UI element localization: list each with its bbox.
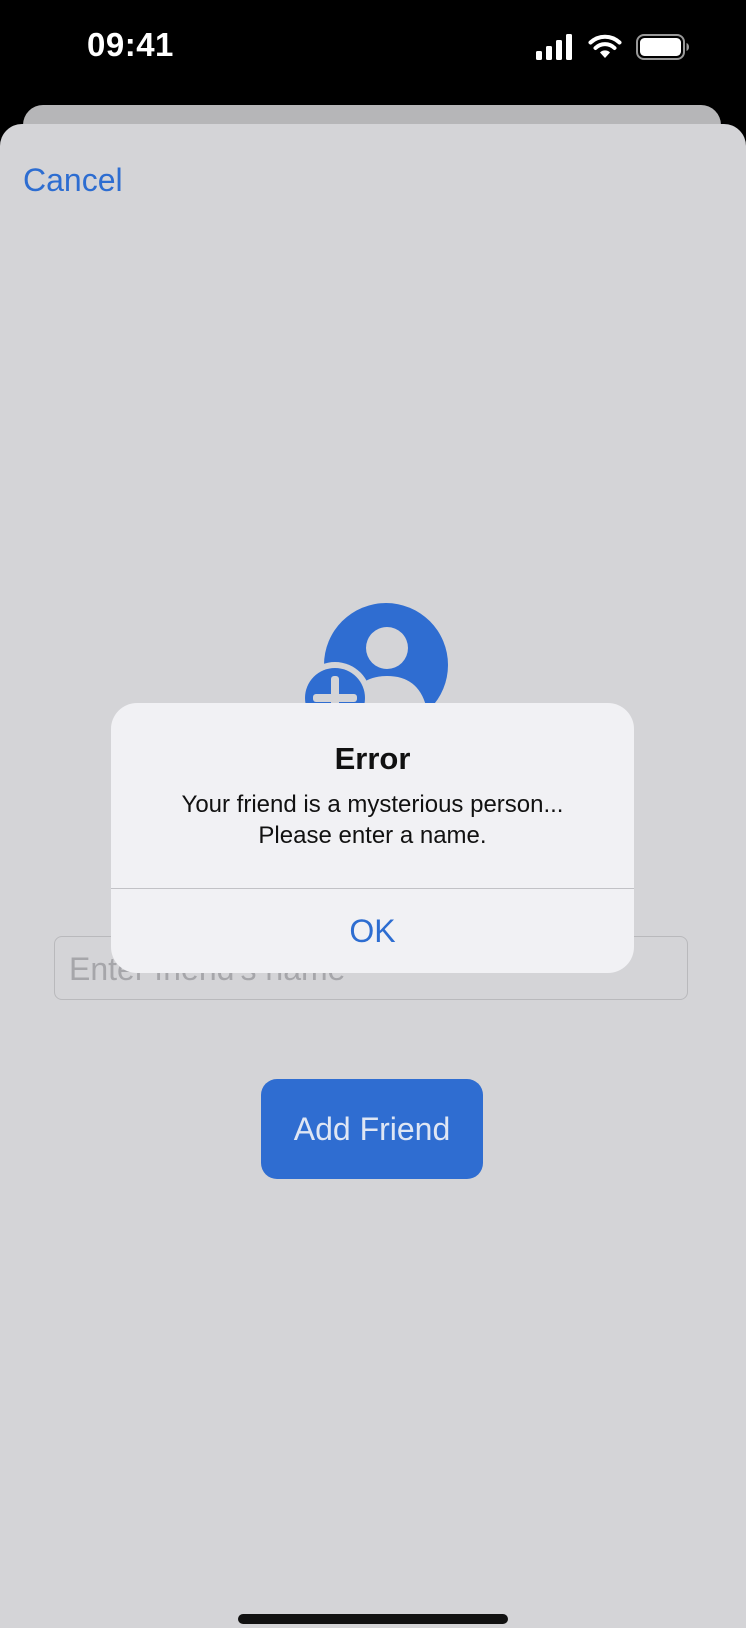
screen: 09:41 Cancel Enter Add Friend Error Your… [0, 0, 746, 1628]
alert-message: Your friend is a mysterious person... Pl… [111, 789, 634, 851]
alert-title: Error [334, 741, 411, 776]
home-indicator [238, 1614, 508, 1624]
ok-button[interactable]: OK [111, 889, 634, 973]
add-friend-button[interactable]: Add Friend [261, 1079, 483, 1179]
status-time: 09:41 [87, 26, 174, 63]
status-icons [536, 34, 690, 65]
battery-icon [636, 34, 690, 65]
error-alert: Error Your friend is a mysterious person… [111, 703, 634, 973]
alert-message-line-2: Please enter a name. [258, 822, 487, 849]
alert-message-line-1: Your friend is a mysterious person... [181, 791, 564, 818]
status-bar: 09:41 [0, 0, 746, 100]
wifi-icon [588, 34, 622, 65]
cellular-signal-icon [536, 34, 574, 65]
cancel-button[interactable]: Cancel [23, 162, 123, 199]
